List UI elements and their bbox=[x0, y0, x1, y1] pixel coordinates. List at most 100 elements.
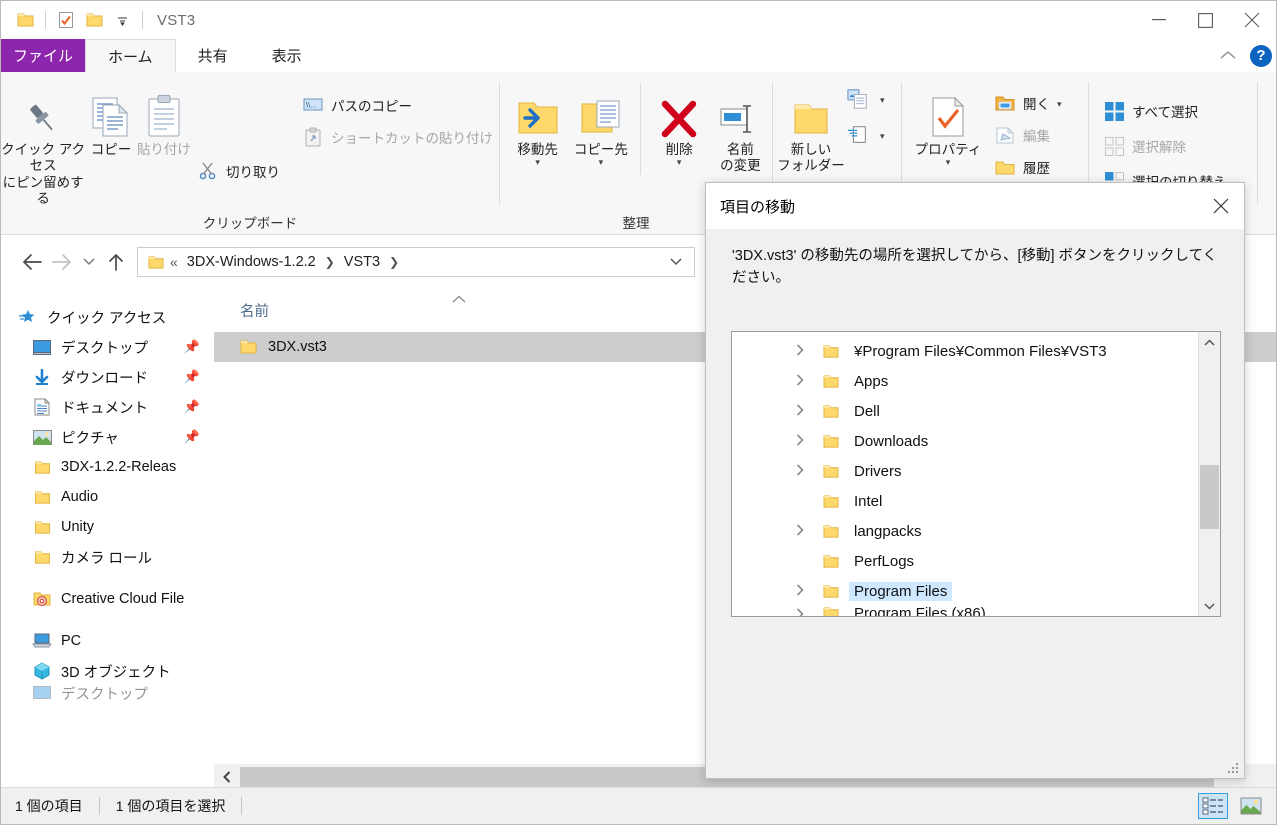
pin-icon[interactable]: 📌 bbox=[184, 339, 200, 355]
folder-tree-scrollbar[interactable] bbox=[1198, 332, 1220, 616]
sidebar-item-quick-access[interactable]: クイック アクセス bbox=[1, 302, 214, 332]
new-folder-button[interactable]: 新しい フォルダー bbox=[777, 78, 845, 175]
chevron-right-icon[interactable] bbox=[796, 403, 810, 419]
tree-scroll-down-arrow[interactable] bbox=[1199, 596, 1221, 616]
breadcrumb-chevron-0[interactable]: ❯ bbox=[323, 255, 337, 269]
tree-item-intel[interactable]: Intel bbox=[732, 486, 1198, 516]
back-button[interactable] bbox=[17, 247, 47, 277]
tree-scroll-up-arrow[interactable] bbox=[1199, 332, 1221, 352]
chevron-right-icon[interactable] bbox=[796, 608, 810, 616]
help-icon[interactable]: ? bbox=[1250, 44, 1272, 67]
close-button[interactable] bbox=[1228, 1, 1276, 39]
sidebar-item-audio[interactable]: Audio bbox=[1, 482, 214, 512]
large-icons-view-icon[interactable] bbox=[1236, 793, 1266, 819]
chevron-right-icon[interactable] bbox=[796, 523, 810, 539]
ribbon-tabstrip: ファイル ホーム 共有 表示 bbox=[1, 39, 1276, 72]
paste-shortcut-button[interactable]: ショートカットの貼り付け bbox=[296, 124, 499, 150]
sidebar-item-downloads[interactable]: ダウンロード 📌 bbox=[1, 362, 214, 392]
sidebar-item-documents[interactable]: ドキュメント 📌 bbox=[1, 392, 214, 422]
copy-to-button[interactable]: コピー先 ▾ bbox=[569, 78, 632, 167]
sidebar-item-pictures[interactable]: ピクチャ 📌 bbox=[1, 422, 214, 452]
pin-to-quick-access-button[interactable]: クイック アクセス にピン留めする bbox=[1, 78, 85, 208]
tree-item-apps[interactable]: Apps bbox=[732, 366, 1198, 396]
chevron-down-icon-5[interactable]: ▾ bbox=[880, 131, 885, 140]
maximize-button[interactable] bbox=[1182, 1, 1228, 39]
customize-caret-icon[interactable] bbox=[108, 6, 136, 34]
tab-share[interactable]: 共有 bbox=[176, 39, 250, 72]
cut-button[interactable]: 切り取り bbox=[191, 158, 286, 184]
tree-item-program-files-x86[interactable]: Program Files (x86) bbox=[732, 606, 1198, 616]
breadcrumb-item-1[interactable]: VST3 bbox=[341, 254, 383, 270]
folder-icon[interactable] bbox=[11, 6, 39, 34]
new-item-button[interactable]: ▾ bbox=[845, 86, 887, 112]
chevron-down-icon-3[interactable]: ▾ bbox=[677, 158, 682, 167]
chevron-right-icon[interactable] bbox=[796, 583, 810, 599]
chevron-down-icon-6[interactable]: ▾ bbox=[946, 158, 951, 167]
copy-button[interactable]: コピー bbox=[85, 78, 136, 158]
copy-path-button[interactable]: \\... パスのコピー bbox=[296, 92, 499, 118]
tree-scroll-thumb[interactable] bbox=[1199, 465, 1219, 529]
properties-icon[interactable] bbox=[52, 6, 80, 34]
open-button[interactable]: 開く ▾ bbox=[988, 90, 1068, 116]
chevron-right-icon[interactable] bbox=[796, 433, 810, 449]
sidebar-item-pc[interactable]: PC bbox=[1, 626, 214, 656]
tree-item-drivers[interactable]: Drivers bbox=[732, 456, 1198, 486]
folder-tree-view[interactable]: ¥Program Files¥Common Files¥VST3 Apps De… bbox=[731, 331, 1221, 617]
select-all-button[interactable]: すべて選択 bbox=[1097, 98, 1233, 124]
breadcrumb-chevron-1[interactable]: ❯ bbox=[387, 255, 401, 269]
chevron-down-icon[interactable]: ▾ bbox=[535, 158, 540, 167]
resize-grip[interactable] bbox=[1226, 761, 1240, 775]
chevron-right-icon[interactable] bbox=[796, 463, 810, 479]
window-controls bbox=[1136, 1, 1276, 39]
chevron-down-icon[interactable] bbox=[670, 255, 688, 269]
recent-locations-button[interactable] bbox=[77, 247, 101, 277]
tree-item-langpacks[interactable]: langpacks bbox=[732, 516, 1198, 546]
chevron-down-icon-7[interactable]: ▾ bbox=[1057, 99, 1062, 108]
tree-item-downloads[interactable]: Downloads bbox=[732, 426, 1198, 456]
history-button[interactable]: 履歴 bbox=[988, 154, 1068, 180]
tree-item-perflogs[interactable]: PerfLogs bbox=[732, 546, 1198, 576]
minimize-button[interactable] bbox=[1136, 1, 1182, 39]
chevron-up-icon[interactable] bbox=[1212, 47, 1244, 64]
tab-home[interactable]: ホーム bbox=[85, 39, 176, 72]
breadcrumb-overflow[interactable]: « bbox=[168, 254, 180, 270]
sidebar-item-creative-cloud-files[interactable]: Creative Cloud File bbox=[1, 584, 214, 614]
details-view-icon[interactable] bbox=[1198, 793, 1228, 819]
sidebar-item-partial[interactable]: デスクトップ bbox=[1, 686, 214, 700]
folder-icon bbox=[822, 584, 840, 599]
new-folder-icon[interactable] bbox=[80, 6, 108, 34]
pin-icon[interactable]: 📌 bbox=[184, 399, 200, 415]
pin-icon[interactable]: 📌 bbox=[184, 369, 200, 385]
chevron-right-icon[interactable] bbox=[796, 373, 810, 389]
chevron-down-icon-2[interactable]: ▾ bbox=[599, 158, 604, 167]
pin-icon[interactable]: 📌 bbox=[184, 429, 200, 445]
tab-file[interactable]: ファイル bbox=[1, 39, 85, 72]
tree-item-program-files[interactable]: Program Files bbox=[732, 576, 1198, 606]
tab-view[interactable]: 表示 bbox=[250, 39, 324, 72]
properties-button[interactable]: プロパティ ▾ bbox=[908, 78, 988, 167]
chevron-down-icon-4[interactable]: ▾ bbox=[880, 95, 885, 104]
chevron-right-icon[interactable] bbox=[796, 343, 810, 359]
sidebar-item-unity[interactable]: Unity bbox=[1, 512, 214, 542]
tree-scroll-track[interactable] bbox=[1199, 352, 1221, 596]
up-button[interactable] bbox=[101, 247, 131, 277]
sidebar-item-desktop[interactable]: デスクトップ 📌 bbox=[1, 332, 214, 362]
sidebar-item-3d-objects[interactable]: 3D オブジェクト bbox=[1, 656, 214, 686]
rename-button[interactable]: 名前 の変更 bbox=[709, 78, 772, 175]
tree-item-vst3-common[interactable]: ¥Program Files¥Common Files¥VST3 bbox=[732, 336, 1198, 366]
move-to-button[interactable]: 移動先 ▾ bbox=[506, 78, 569, 167]
select-none-button[interactable]: 選択解除 bbox=[1097, 133, 1233, 159]
address-bar[interactable]: « 3DX-Windows-1.2.2 ❯ VST3 ❯ bbox=[137, 247, 695, 277]
paste-button[interactable]: 貼り付け bbox=[137, 78, 191, 158]
breadcrumb-item-0[interactable]: 3DX-Windows-1.2.2 bbox=[184, 254, 319, 270]
delete-button[interactable]: 削除 ▾ bbox=[649, 78, 708, 167]
sidebar-item-3dx-release[interactable]: 3DX-1.2.2-Releas bbox=[1, 452, 214, 482]
forward-button[interactable] bbox=[47, 247, 77, 277]
dialog-close-button[interactable] bbox=[1198, 183, 1244, 229]
svg-text:\\...: \\... bbox=[306, 101, 316, 110]
tree-item-dell[interactable]: Dell bbox=[732, 396, 1198, 426]
sidebar-item-camera-roll[interactable]: カメラ ロール bbox=[1, 542, 214, 572]
easy-access-button[interactable]: ▾ bbox=[845, 122, 887, 148]
edit-button[interactable]: 編集 bbox=[988, 122, 1068, 148]
sidebar-item-label: Audio bbox=[61, 489, 99, 505]
